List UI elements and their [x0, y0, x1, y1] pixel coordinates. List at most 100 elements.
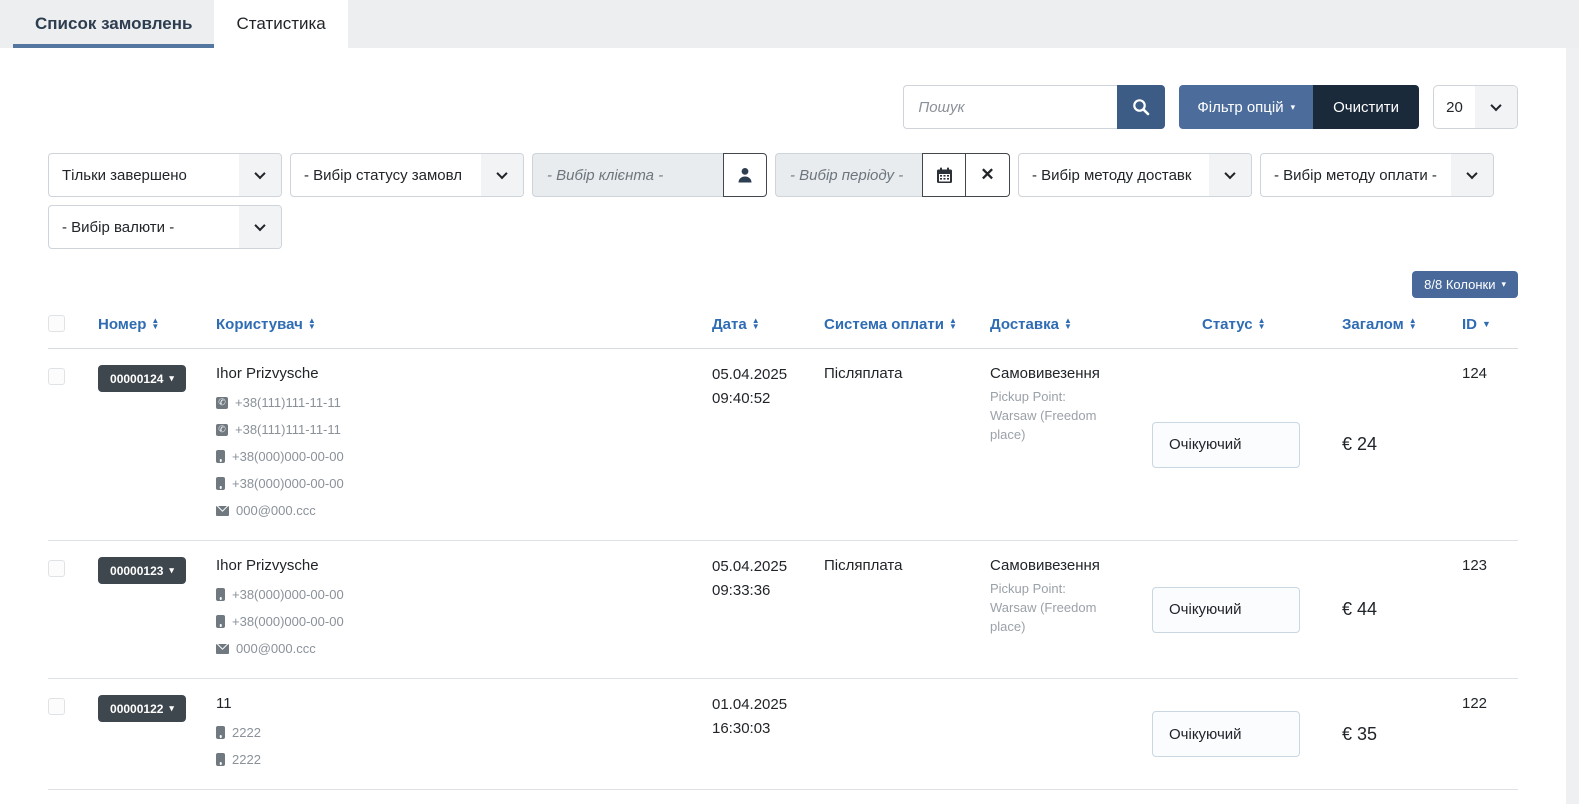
filters-row-1: Тільки завершено - Вибір статусу замовл … — [48, 153, 1518, 197]
person-icon — [736, 166, 754, 184]
calendar-icon — [936, 167, 953, 184]
page-size-select[interactable]: 20 — [1433, 85, 1518, 129]
clear-period-button[interactable]: ✕ — [966, 153, 1010, 197]
phone-square-icon — [216, 397, 228, 409]
order-number-button[interactable]: 00000124 ▾ — [98, 365, 186, 392]
contact-line: +38(000)000-00-00 — [216, 470, 712, 497]
tab-statistics[interactable]: Статистика — [214, 0, 347, 48]
row-checkbox[interactable] — [48, 698, 65, 715]
contact-list: +38(111)111-11-11 +38(111)111-11-11 +38(00… — [216, 389, 712, 524]
contact-text: +38(111)111-11-11 — [235, 422, 341, 437]
client-filter-input[interactable]: - Вибір клієнта - — [532, 153, 723, 197]
contact-line: +38(111)111-11-11 — [216, 416, 712, 443]
table-header: Номер ▲▼ Користувач ▲▼ Дата ▲▼ Система о… — [48, 312, 1518, 349]
filters-row-2: - Вибір валюти - — [48, 205, 1518, 249]
order-number-label: 00000122 — [110, 702, 163, 716]
contact-line: 000@000.ccc — [216, 635, 712, 662]
order-number-button[interactable]: 00000122 ▾ — [98, 695, 186, 722]
filter-options-button[interactable]: Фільтр опцій ▾ — [1179, 85, 1313, 129]
payment-system — [824, 695, 990, 773]
search-button[interactable] — [1117, 85, 1165, 129]
payment-method-filter-select[interactable]: - Вибір методу оплати - — [1260, 153, 1494, 197]
table-row: 00000123 ▾ Ihor Prizvysche +38(000)000-0… — [48, 540, 1518, 678]
caret-down-icon: ▾ — [169, 374, 174, 383]
columns-row: 8/8 Колонки ▾ — [48, 271, 1518, 298]
order-status-filter-select[interactable]: - Вибір статусу замовл — [290, 153, 524, 197]
sort-icon: ▲▼ — [151, 318, 159, 330]
header-date[interactable]: Дата ▲▼ — [712, 316, 824, 333]
select-all-checkbox[interactable] — [48, 315, 65, 332]
phone-square-icon — [216, 424, 228, 436]
sort-icon: ▲▼ — [752, 318, 760, 330]
order-date: 01.04.2025 16:30:03 — [712, 695, 824, 773]
sort-desc-icon: ▼ — [1482, 319, 1491, 329]
header-total[interactable]: Загалом ▲▼ — [1342, 316, 1462, 333]
row-checkbox[interactable] — [48, 368, 65, 385]
mobile-icon — [216, 588, 225, 601]
order-id: 123 — [1462, 557, 1518, 662]
completed-filter-value: Тільки завершено — [49, 154, 239, 196]
date-value: 05.04.2025 — [712, 365, 824, 385]
header-number[interactable]: Номер ▲▼ — [98, 316, 216, 333]
delivery-note: Pickup Point: Warsaw (Freedom place) — [990, 387, 1110, 444]
header-delivery[interactable]: Доставка ▲▼ — [990, 316, 1152, 333]
mobile-icon — [216, 477, 225, 490]
contact-line: +38(111)111-11-11 — [216, 389, 712, 416]
header-payment[interactable]: Система оплати ▲▼ — [824, 316, 990, 333]
order-number-label: 00000123 — [110, 564, 163, 578]
row-checkbox[interactable] — [48, 560, 65, 577]
clear-button[interactable]: Очистити — [1313, 85, 1419, 129]
envelope-icon — [216, 644, 229, 654]
delivery-method: Самовивезення — [990, 365, 1152, 382]
status-button[interactable]: Очікуючий — [1152, 711, 1300, 757]
table-row: ▾ — [48, 789, 1518, 804]
tab-order-list[interactable]: Список замовлень — [13, 0, 214, 48]
chevron-down-icon — [1209, 154, 1251, 196]
order-number-button[interactable]: 00000123 ▾ — [98, 557, 186, 584]
calendar-button[interactable] — [922, 153, 966, 197]
search-icon — [1132, 98, 1150, 116]
header-user[interactable]: Користувач ▲▼ — [216, 316, 712, 333]
contact-text: +38(000)000-00-00 — [232, 476, 344, 491]
order-id: 122 — [1462, 695, 1518, 773]
contact-text: 000@000.ccc — [236, 503, 316, 518]
header-status[interactable]: Статус ▲▼ — [1152, 316, 1342, 333]
client-filter-group: - Вибір клієнта - — [532, 153, 767, 197]
contact-line: +38(000)000-00-00 — [216, 608, 712, 635]
currency-filter-value: - Вибір валюти - — [49, 206, 239, 248]
caret-down-icon: ▾ — [1501, 280, 1506, 289]
caret-down-icon: ▾ — [169, 566, 174, 575]
user-name: Ihor Prizvysche — [216, 365, 712, 382]
status-button[interactable]: Очікуючий — [1152, 422, 1300, 468]
close-icon: ✕ — [980, 165, 994, 185]
columns-toggle-button[interactable]: 8/8 Колонки ▾ — [1412, 271, 1518, 298]
date-value: 01.04.2025 — [712, 695, 824, 715]
order-date: 05.04.2025 09:33:36 — [712, 557, 824, 662]
period-filter-input[interactable]: - Вибір періоду - — [775, 153, 922, 197]
mobile-icon — [216, 450, 225, 463]
contact-line: 000@000.ccc — [216, 497, 712, 524]
payment-method-filter-value: - Вибір методу оплати - — [1261, 154, 1451, 196]
header-id[interactable]: ID ▼ — [1462, 316, 1518, 333]
contact-line: +38(000)000-00-00 — [216, 581, 712, 608]
time-value: 09:33:36 — [712, 581, 824, 601]
mobile-icon — [216, 615, 225, 628]
mobile-icon — [216, 726, 225, 739]
chevron-down-icon — [1475, 86, 1517, 128]
delivery-method-filter-select[interactable]: - Вибір методу доставк — [1018, 153, 1252, 197]
currency-filter-select[interactable]: - Вибір валюти - — [48, 205, 282, 249]
table-row: 00000122 ▾ 11 22222222 01.04.2025 16:30:… — [48, 678, 1518, 789]
order-total: € 44 — [1342, 599, 1462, 620]
chevron-down-icon — [481, 154, 523, 196]
orders-panel: Фільтр опцій ▾ Очистити 20 Тільки заверш… — [0, 48, 1566, 804]
status-button[interactable]: Очікуючий — [1152, 587, 1300, 633]
search-input[interactable] — [903, 85, 1117, 129]
table-body: 00000124 ▾ Ihor Prizvysche +38(111)111-1… — [48, 349, 1518, 804]
sort-icon: ▲▼ — [308, 318, 316, 330]
caret-down-icon: ▾ — [169, 704, 174, 713]
sort-icon: ▲▼ — [1258, 318, 1266, 330]
select-client-button[interactable] — [723, 153, 767, 197]
table-row: 00000124 ▾ Ihor Prizvysche +38(111)111-1… — [48, 349, 1518, 540]
contact-text: +38(000)000-00-00 — [232, 614, 344, 629]
completed-filter-select[interactable]: Тільки завершено — [48, 153, 282, 197]
